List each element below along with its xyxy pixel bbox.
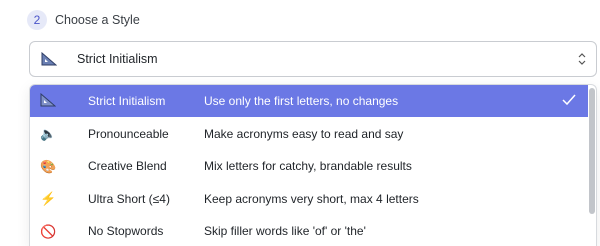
lightning-icon: ⚡ (40, 191, 57, 206)
style-option-name: No Stopwords (88, 224, 164, 238)
style-chooser: 2 Choose a Style Strict Initialism Stric… (0, 0, 600, 246)
style-option-description: Skip filler words like 'of' or 'the' (204, 224, 366, 238)
no-entry-icon: 🚫 (40, 223, 57, 239)
scrollbar[interactable] (589, 85, 595, 246)
step-number-badge: 2 (27, 10, 47, 30)
step-title: Choose a Style (55, 13, 140, 27)
style-option-name: Creative Blend (88, 159, 167, 173)
style-select[interactable]: Strict Initialism (29, 41, 597, 77)
palette-icon: 🎨 (40, 158, 57, 174)
style-option-description: Use only the first letters, no changes (204, 94, 399, 108)
selected-style-value: Strict Initialism (77, 52, 158, 66)
step-header: 2 Choose a Style (27, 10, 140, 30)
scrollbar-thumb[interactable] (589, 88, 595, 214)
style-option[interactable]: ⚡ Ultra Short (≤4) Keep acronyms very shor… (30, 183, 588, 215)
style-option[interactable]: Strict Initialism Use only the first lett… (30, 85, 588, 117)
style-option[interactable]: 🎨 Creative Blend Mix letters for catchy, b… (30, 150, 588, 182)
style-option[interactable]: 🚫 No Stopwords Skip filler words like 'of'… (30, 215, 588, 246)
style-options-list: Strict Initialism Use only the first lett… (29, 84, 597, 246)
triangular-ruler-icon (41, 52, 57, 66)
speaker-icon: 🔈 (40, 126, 57, 141)
chevron-up-down-icon (578, 53, 586, 65)
style-option-name: Ultra Short (≤4) (88, 191, 170, 206)
style-option[interactable]: 🔈 Pronounceable Make acronyms easy to read… (30, 118, 588, 150)
style-option-description: Keep acronyms very short, max 4 letters (204, 191, 419, 206)
triangular-ruler-icon (40, 92, 57, 109)
style-option-description: Mix letters for catchy, brandable result… (204, 159, 412, 173)
style-option-description: Make acronyms easy to read and say (204, 126, 404, 141)
style-option-name: Strict Initialism (88, 94, 166, 108)
style-option-name: Pronounceable (88, 126, 169, 141)
checkmark-icon (562, 94, 576, 106)
